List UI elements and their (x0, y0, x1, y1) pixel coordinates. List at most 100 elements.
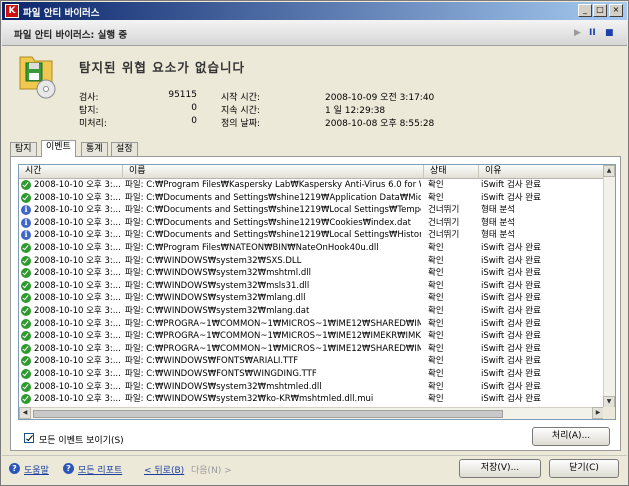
show-all-events-label[interactable]: 모든 이벤트 보이기(S) (39, 433, 124, 446)
window-title: 파일 안티 바이러스 (23, 8, 100, 19)
cell-name: 파일: C:₩PROGRA~1₩COMMON~1₩MICROS~1₩IME12₩… (125, 331, 421, 342)
horizontal-scrollbar[interactable]: ◀ ▶ (19, 407, 604, 419)
horizontal-scroll-thumb[interactable] (33, 410, 503, 418)
column-name[interactable]: 이름 (123, 165, 424, 179)
cell-time: 2008-10-10 오후 3:... (34, 217, 121, 228)
cell-name: 파일: C:₩Documents and Settings₩shine1219₩… (125, 217, 411, 228)
cell-status: 확인 (428, 394, 444, 405)
footer-bar: ? 도움말 ? 모든 리포트 < 뒤로(B) 다음(N) > 저장(V)... … (2, 455, 627, 485)
table-row[interactable]: 2008-10-10 오후 3:... 파일: C:₩Documents and … (19, 204, 602, 217)
cell-status: 확인 (428, 180, 444, 190)
check-circle-icon (21, 293, 31, 304)
column-status[interactable]: 상태 (424, 165, 479, 179)
cell-time: 2008-10-10 오후 3:... (34, 242, 121, 253)
table-row[interactable]: 2008-10-10 오후 3:... 파일: C:₩WINDOWS₩FONTS₩… (19, 368, 602, 381)
detected-label: 탐지: (79, 106, 99, 116)
help-icon: ? (9, 463, 20, 474)
table-row[interactable]: 2008-10-10 오후 3:... 파일: C:₩Program Files₩… (19, 179, 602, 192)
table-row[interactable]: 2008-10-10 오후 3:... 파일: C:₩PROGRA~1₩COMMO… (19, 343, 602, 356)
events-panel: 시간 이름 상태 이유 2008-10-10 오후 3:... 파일: C:₩Pr… (10, 156, 621, 451)
show-all-events-checkbox[interactable] (24, 433, 34, 443)
kaspersky-k-icon: K (5, 4, 19, 18)
cell-name: 파일: C:₩WINDOWS₩FONTS₩ARIALI.TTF (125, 356, 299, 367)
table-row[interactable]: 2008-10-10 오후 3:... 파일: C:₩Documents and … (19, 229, 602, 242)
play-icon[interactable]: ▶ (574, 28, 581, 38)
scanned-label: 검사: (79, 93, 99, 103)
table-row[interactable]: 2008-10-10 오후 3:... 파일: C:₩PROGRA~1₩COMMO… (19, 330, 602, 343)
cell-status: 건너뛰기 (428, 205, 460, 216)
cell-status: 확인 (428, 368, 444, 379)
duration-value: 1 일 12:29:38 (325, 106, 386, 116)
close-window-button[interactable]: × (609, 4, 623, 17)
table-row[interactable]: 2008-10-10 오후 3:... 파일: C:₩WINDOWS₩system… (19, 267, 602, 280)
cell-time: 2008-10-10 오후 3:... (34, 293, 121, 304)
back-link[interactable]: < 뒤로(B) (144, 463, 184, 476)
table-body: 2008-10-10 오후 3:... 파일: C:₩Program Files₩… (19, 179, 602, 406)
events-table: 시간 이름 상태 이유 2008-10-10 오후 3:... 파일: C:₩Pr… (18, 164, 616, 420)
process-button[interactable]: 처리(A)... (532, 427, 610, 446)
cell-reason: iSwift 검사 완료 (481, 280, 541, 291)
table-row[interactable]: 2008-10-10 오후 3:... 파일: C:₩WINDOWS₩system… (19, 305, 602, 318)
tab-detected[interactable]: 탐지 (10, 142, 37, 156)
table-row[interactable]: 2008-10-10 오후 3:... 파일: C:₩WINDOWS₩system… (19, 280, 602, 293)
cell-status: 건너뛰기 (428, 217, 460, 228)
column-reason[interactable]: 이유 (479, 165, 609, 179)
minimize-button[interactable]: _ (578, 4, 592, 17)
table-row[interactable]: 2008-10-10 오후 3:... 파일: C:₩Documents and … (19, 192, 602, 205)
stop-icon[interactable]: ■ (605, 28, 614, 38)
cell-status: 확인 (428, 381, 444, 392)
tab-events[interactable]: 이벤트 (41, 140, 76, 157)
tab-settings[interactable]: 설정 (111, 142, 138, 156)
next-link[interactable]: 다음(N) > (191, 463, 232, 476)
save-button[interactable]: 저장(V)... (459, 459, 541, 478)
cell-reason: iSwift 검사 완료 (481, 242, 541, 253)
table-row[interactable]: 2008-10-10 오후 3:... 파일: C:₩Documents and … (19, 217, 602, 230)
cell-status: 확인 (428, 318, 444, 329)
maximize-button[interactable]: □ (593, 4, 607, 17)
close-button[interactable]: 닫기(C) (549, 459, 619, 478)
cell-reason: iSwift 검사 완료 (481, 356, 541, 367)
cell-time: 2008-10-10 오후 3:... (34, 331, 121, 342)
cell-time: 2008-10-10 오후 3:... (34, 394, 121, 405)
check-circle-icon (21, 268, 31, 279)
file-antivirus-window: K 파일 안티 바이러스 _ □ × 파일 안티 바이러스: 실행 중 ▶ II… (0, 0, 629, 486)
check-circle-icon (21, 394, 31, 405)
check-circle-icon (21, 381, 31, 392)
unprocessed-label: 미처리: (79, 119, 107, 129)
cell-reason: iSwift 검사 완료 (481, 192, 541, 203)
column-time[interactable]: 시간 (19, 165, 123, 179)
folder-disk-icon (19, 56, 56, 99)
cell-reason: iSwift 검사 완료 (481, 381, 541, 392)
table-row[interactable]: 2008-10-10 오후 3:... 파일: C:₩PROGRA~1₩COMMO… (19, 318, 602, 331)
table-row[interactable]: 2008-10-10 오후 3:... 파일: C:₩WINDOWS₩system… (19, 393, 602, 406)
table-row[interactable]: 2008-10-10 오후 3:... 파일: C:₩WINDOWS₩system… (19, 255, 602, 268)
cell-name: 파일: C:₩PROGRA~1₩COMMON~1₩MICROS~1₩IME12₩… (125, 318, 421, 329)
check-circle-icon (21, 255, 31, 266)
task-status-title: 파일 안티 바이러스: 실행 중 (14, 30, 128, 41)
table-row[interactable]: 2008-10-10 오후 3:... 파일: C:₩Program Files₩… (19, 242, 602, 255)
reports-icon: ? (63, 463, 74, 474)
check-circle-icon (21, 331, 31, 342)
table-row[interactable]: 2008-10-10 오후 3:... 파일: C:₩WINDOWS₩FONTS₩… (19, 355, 602, 368)
cell-reason: 형태 분석 (481, 230, 515, 241)
cell-time: 2008-10-10 오후 3:... (34, 343, 121, 354)
cell-status: 건너뛰기 (428, 230, 460, 241)
check-circle-icon (21, 356, 31, 367)
tab-statistics[interactable]: 통계 (81, 142, 108, 156)
start-time-value: 2008-10-09 오전 3:17:40 (325, 93, 435, 103)
cell-time: 2008-10-10 오후 3:... (34, 356, 121, 367)
pause-icon[interactable]: II (589, 28, 596, 38)
table-row[interactable]: 2008-10-10 오후 3:... 파일: C:₩WINDOWS₩system… (19, 381, 602, 394)
scroll-left-button[interactable]: ◀ (19, 407, 31, 419)
help-link[interactable]: 도움말 (24, 463, 49, 476)
table-row[interactable]: 2008-10-10 오후 3:... 파일: C:₩WINDOWS₩system… (19, 292, 602, 305)
cell-time: 2008-10-10 오후 3:... (34, 180, 121, 190)
scroll-up-button[interactable]: ▲ (603, 165, 615, 177)
all-reports-link[interactable]: 모든 리포트 (78, 463, 122, 476)
scanned-value: 95115 (168, 90, 197, 100)
cell-name: 파일: C:₩Documents and Settings₩shine1219₩… (125, 205, 421, 216)
vertical-scrollbar[interactable]: ▲ ▼ (603, 165, 615, 408)
cell-time: 2008-10-10 오후 3:... (34, 280, 121, 291)
cell-status: 확인 (428, 255, 444, 266)
cell-reason: iSwift 검사 완료 (481, 343, 541, 354)
